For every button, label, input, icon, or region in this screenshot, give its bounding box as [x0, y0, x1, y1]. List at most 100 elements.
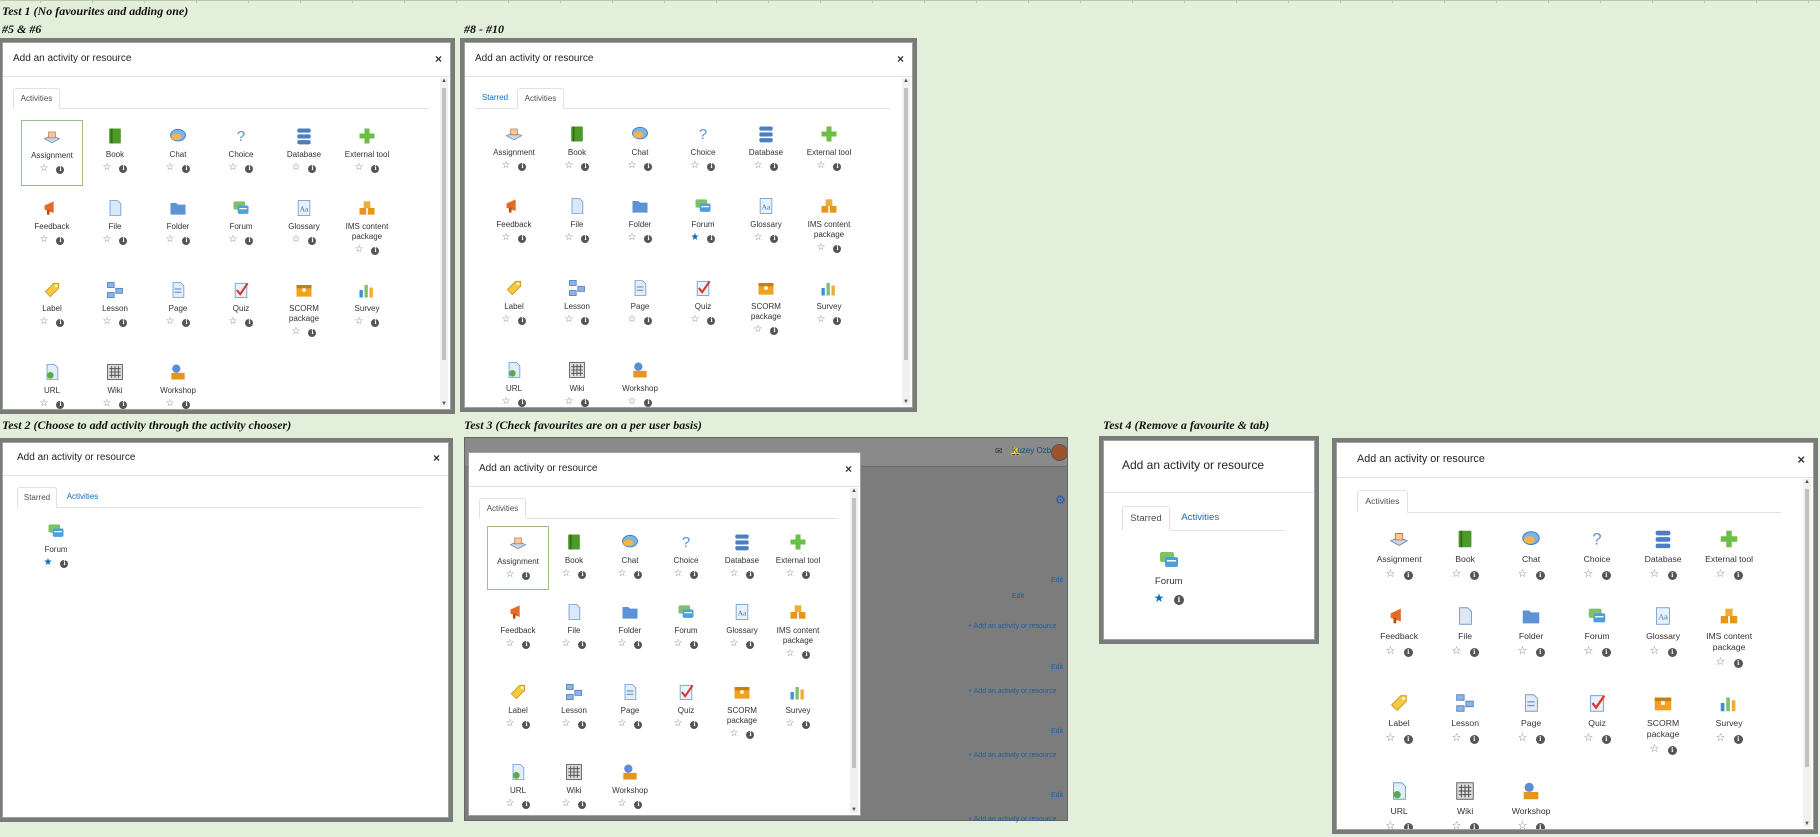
activity-tile[interactable]: Wiki ☆ i: [1432, 774, 1499, 829]
tab-starred[interactable]: Starred: [17, 487, 57, 508]
activity-tile[interactable]: Forum ☆ i: [655, 596, 717, 670]
info-icon[interactable]: i: [1403, 735, 1413, 745]
activity-tile[interactable]: Survey ☆ i: [767, 676, 829, 750]
star-outline-icon[interactable]: ☆: [562, 798, 571, 809]
info-icon[interactable]: i: [1469, 570, 1479, 580]
info-icon[interactable]: i: [245, 165, 254, 173]
info-icon[interactable]: i: [308, 329, 317, 337]
activity-tile[interactable]: Label ☆ i: [21, 274, 83, 350]
info-icon[interactable]: i: [119, 237, 128, 245]
info-icon[interactable]: i: [578, 571, 587, 579]
scroll-up-arrow-icon[interactable]: ▲: [1803, 479, 1811, 485]
close-button[interactable]: ×: [897, 52, 904, 66]
star-outline-icon[interactable]: ☆: [618, 718, 627, 729]
info-icon[interactable]: i: [1469, 822, 1479, 829]
star-outline-icon[interactable]: ☆: [103, 162, 112, 173]
activity-tile[interactable]: Aa Glossary ☆ i: [735, 190, 797, 266]
star-outline-icon[interactable]: ☆: [166, 316, 175, 327]
star-outline-icon[interactable]: ☆: [355, 162, 364, 173]
info-icon[interactable]: i: [119, 401, 128, 409]
info-icon[interactable]: i: [634, 641, 643, 649]
info-icon[interactable]: i: [581, 317, 590, 325]
settings-gear-icon[interactable]: ⚙: [1055, 493, 1066, 507]
star-outline-icon[interactable]: ☆: [754, 160, 763, 171]
activity-tile[interactable]: Feedback ☆ i: [487, 596, 549, 670]
star-outline-icon[interactable]: ☆: [292, 234, 301, 245]
star-outline-icon[interactable]: ☆: [618, 568, 627, 579]
info-icon[interactable]: i: [802, 721, 811, 729]
star-outline-icon[interactable]: ☆: [40, 163, 49, 174]
info-icon[interactable]: i: [522, 641, 531, 649]
star-filled-icon[interactable]: ★: [44, 557, 53, 568]
activity-tile[interactable]: External tool ☆ i: [1696, 522, 1763, 593]
info-icon[interactable]: i: [1403, 570, 1413, 580]
edit-link[interactable]: Edit: [1051, 728, 1063, 735]
star-outline-icon[interactable]: ☆: [786, 648, 795, 659]
star-outline-icon[interactable]: ☆: [565, 396, 574, 407]
info-icon[interactable]: i: [119, 319, 128, 327]
activity-tile[interactable]: Aa Glossary ☆ i: [273, 192, 335, 268]
tab-starred[interactable]: Starred: [475, 88, 515, 109]
activity-tile[interactable]: Forum ☆ i: [1564, 598, 1631, 680]
activity-tile[interactable]: Folder ☆ i: [609, 190, 671, 266]
star-outline-icon[interactable]: ☆: [1517, 819, 1527, 829]
activity-tile[interactable]: Chat ☆ i: [1498, 522, 1565, 593]
activity-tile[interactable]: ? Choice ☆ i: [210, 120, 272, 186]
star-outline-icon[interactable]: ☆: [1451, 644, 1461, 657]
activity-tile[interactable]: Chat ☆ i: [609, 118, 671, 184]
info-icon[interactable]: i: [245, 319, 254, 327]
scroll-up-arrow-icon[interactable]: ▲: [440, 78, 448, 84]
info-icon[interactable]: i: [182, 401, 191, 409]
activity-tile[interactable]: SCORM package ☆ i: [735, 272, 797, 348]
activity-tile[interactable]: Page ☆ i: [147, 274, 209, 350]
activity-tile[interactable]: IMS content package ☆ i: [1696, 598, 1763, 680]
star-outline-icon[interactable]: ☆: [817, 242, 826, 253]
activity-tile[interactable]: Workshop ☆ i: [609, 354, 671, 407]
info-icon[interactable]: i: [644, 235, 653, 243]
activity-tile[interactable]: Book ☆ i: [543, 526, 605, 590]
activity-tile[interactable]: Workshop ☆ i: [1498, 774, 1565, 829]
star-outline-icon[interactable]: ☆: [1649, 644, 1659, 657]
info-icon[interactable]: i: [1733, 735, 1743, 745]
info-icon[interactable]: i: [371, 247, 380, 255]
info-icon[interactable]: i: [770, 235, 779, 243]
activity-tile[interactable]: Forum ★ i: [672, 190, 734, 266]
info-icon[interactable]: i: [518, 317, 527, 325]
activity-tile[interactable]: File ☆ i: [1432, 598, 1499, 680]
activity-tile[interactable]: Label ☆ i: [1366, 686, 1433, 768]
info-icon[interactable]: i: [833, 317, 842, 325]
info-icon[interactable]: i: [182, 165, 191, 173]
close-button[interactable]: ×: [435, 52, 442, 66]
info-icon[interactable]: i: [1403, 647, 1413, 657]
star-outline-icon[interactable]: ☆: [1451, 731, 1461, 744]
info-icon[interactable]: i: [1601, 735, 1611, 745]
activity-tile[interactable]: Database ☆ i: [273, 120, 335, 186]
edit-link[interactable]: Edit: [1051, 792, 1063, 799]
activity-tile[interactable]: Survey ☆ i: [336, 274, 398, 350]
scroll-down-arrow-icon[interactable]: ▼: [902, 399, 910, 405]
activity-tile[interactable]: Lesson ☆ i: [546, 272, 608, 348]
activity-tile[interactable]: URL ☆ i: [487, 756, 549, 815]
add-activity-link[interactable]: + Add an activity or resource: [968, 816, 1057, 823]
info-icon[interactable]: i: [581, 235, 590, 243]
activity-tile[interactable]: Quiz ☆ i: [672, 272, 734, 348]
star-outline-icon[interactable]: ☆: [40, 316, 49, 327]
tab-activities[interactable]: Activities: [1172, 506, 1228, 531]
info-icon[interactable]: i: [308, 165, 317, 173]
add-activity-link[interactable]: + Add an activity or resource: [968, 623, 1057, 630]
activity-tile[interactable]: Book ☆ i: [546, 118, 608, 184]
tab-activities[interactable]: Activities: [13, 88, 60, 109]
activity-tile[interactable]: Lesson ☆ i: [1432, 686, 1499, 768]
star-outline-icon[interactable]: ☆: [754, 232, 763, 243]
star-outline-icon[interactable]: ☆: [628, 314, 637, 325]
activity-tile[interactable]: Quiz ☆ i: [655, 676, 717, 750]
star-outline-icon[interactable]: ☆: [1583, 644, 1593, 657]
info-icon[interactable]: i: [770, 327, 779, 335]
info-icon[interactable]: i: [770, 163, 779, 171]
activity-tile[interactable]: ? Choice ☆ i: [655, 526, 717, 590]
activity-tile[interactable]: SCORM package ☆ i: [711, 676, 773, 750]
star-outline-icon[interactable]: ☆: [786, 568, 795, 579]
star-outline-icon[interactable]: ☆: [730, 638, 739, 649]
info-icon[interactable]: i: [802, 651, 811, 659]
info-icon[interactable]: i: [1535, 822, 1545, 829]
